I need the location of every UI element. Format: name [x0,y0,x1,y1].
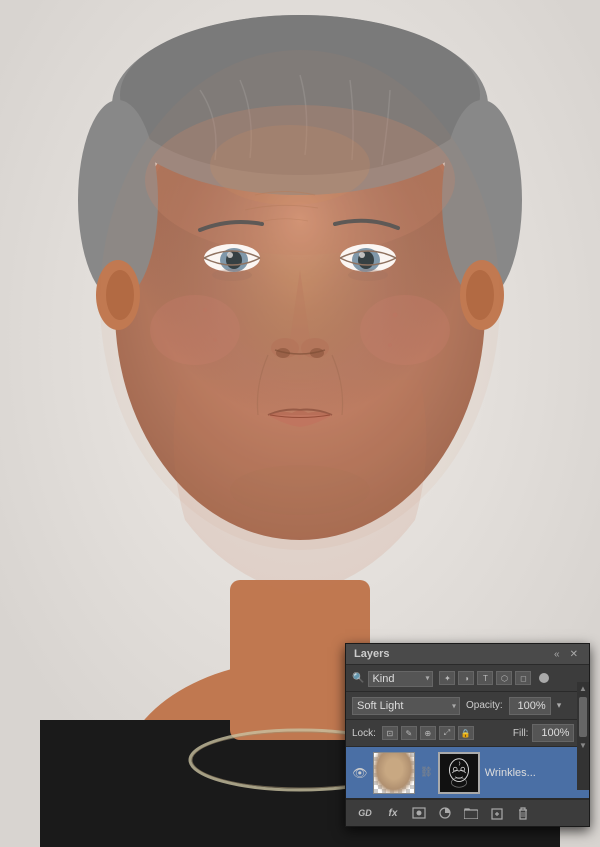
lock-label: Lock: [352,728,376,739]
blend-opacity-row: Soft Light Normal Multiply Screen Overla… [346,692,589,720]
type-filter-icon[interactable]: T [477,671,493,685]
kind-select[interactable]: Kind [368,671,433,687]
lock-transform-icon[interactable]: ⊕ [420,726,436,740]
panel-title: Layers [354,648,389,660]
add-mask-button[interactable] [408,804,430,822]
scroll-down-arrow[interactable]: ▼ [577,739,589,752]
panel-toolbar: GD fx [346,799,589,826]
pixel-filter-icon[interactable]: ✦ [439,671,455,685]
kind-icons-group: ✦ ◑ T ⬡ ◻ [439,671,531,685]
panel-scrollbar[interactable]: ▲ ▼ [577,682,589,790]
lock-row: Lock: ⊡ ✎ ⊕ ⤢ 🔒 Fill: ▾ [346,720,589,747]
mask-face-svg [440,753,478,793]
layer-chain-link-icon[interactable]: ⛓ [420,767,433,778]
delete-layer-button[interactable] [512,804,534,822]
layers-panel: Layers « ✕ 🔍 Kind ✦ ◑ T ⬡ ◻ Soft Light N… [345,643,590,827]
new-adjustment-button[interactable] [434,804,456,822]
fill-area: Fill: ▾ [513,724,583,742]
layer-name-label: Wrinkles... [485,767,583,779]
layer-face-thumbnail [374,753,414,793]
adjustment-filter-icon[interactable]: ◑ [458,671,474,685]
shape-filter-icon[interactable]: ⬡ [496,671,512,685]
panel-titlebar: Layers « ✕ [346,644,589,665]
new-group-button[interactable] [460,804,482,822]
fill-input[interactable] [532,724,574,742]
kind-filter-row: 🔍 Kind ✦ ◑ T ⬡ ◻ [346,665,589,692]
opacity-label: Opacity: [466,700,503,711]
new-layer-button[interactable] [486,804,508,822]
fill-label: Fill: [513,728,529,739]
lock-artboard-icon[interactable]: ⤢ [439,726,455,740]
lock-all-icon[interactable]: 🔒 [458,726,474,740]
blend-mode-select[interactable]: Soft Light Normal Multiply Screen Overla… [352,697,460,715]
blend-mode-select-wrapper: Soft Light Normal Multiply Screen Overla… [352,696,460,715]
opacity-chevron: ▾ [557,700,562,711]
lock-icons-group: ⊡ ✎ ⊕ ⤢ 🔒 [382,726,474,740]
layer-mask-thumbnail [438,752,480,794]
layer-thumbnail [373,752,415,794]
dot-indicator [539,673,549,683]
scroll-thumb[interactable] [579,697,587,737]
gd-button[interactable]: GD [352,804,378,822]
kind-select-wrapper: Kind [368,669,433,687]
lock-checkerboard-icon[interactable]: ⊡ [382,726,398,740]
panel-collapse-button[interactable]: « [551,649,563,660]
layer-visibility-toggle[interactable]: 👁 [352,766,368,780]
panel-close-button[interactable]: ✕ [567,649,581,660]
opacity-input[interactable] [509,697,551,715]
fx-button[interactable]: fx [382,804,404,822]
search-icon: 🔍 [352,673,364,684]
layer-row-wrinkles[interactable]: 👁 ⛓ Wrinkles... [346,747,589,799]
lock-brush-icon[interactable]: ✎ [401,726,417,740]
smart-filter-icon[interactable]: ◻ [515,671,531,685]
panel-controls: « ✕ [551,649,581,660]
scroll-up-arrow[interactable]: ▲ [577,682,589,695]
